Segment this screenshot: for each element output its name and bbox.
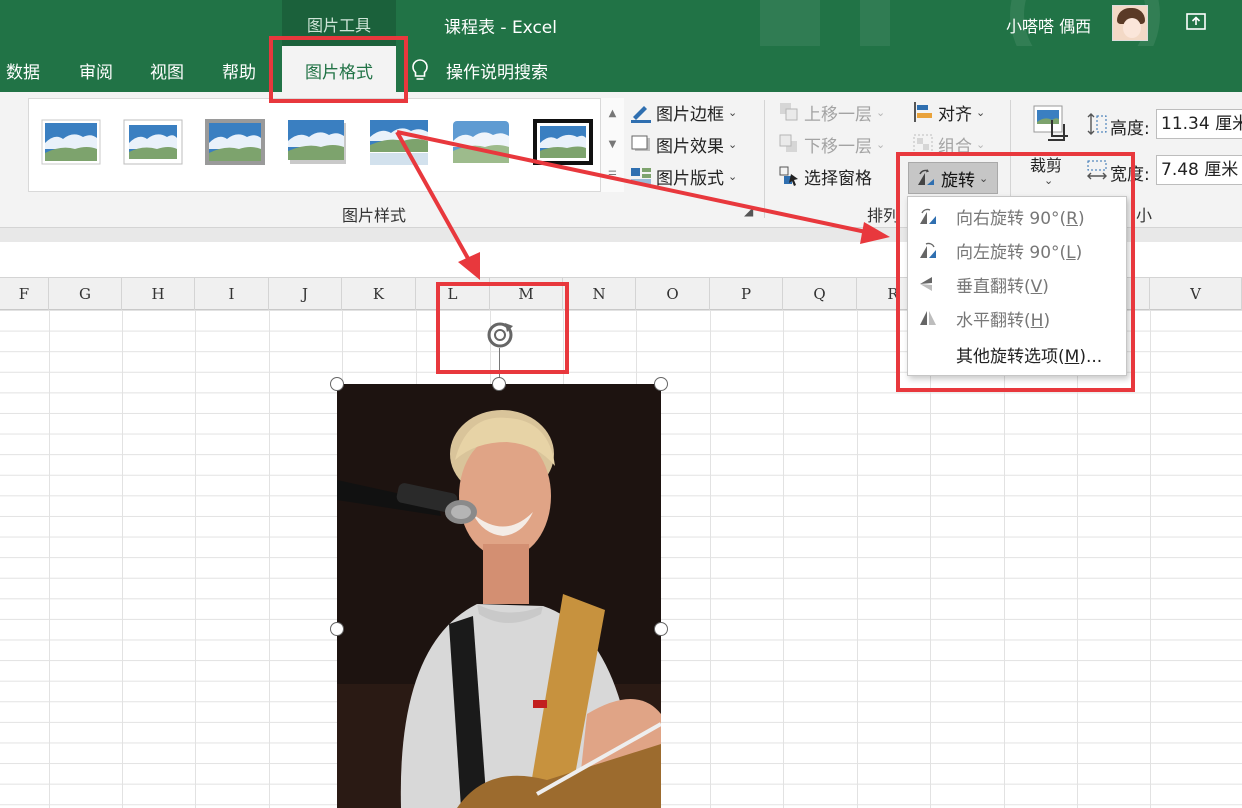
tell-me-search[interactable]: 操作说明搜索 bbox=[446, 58, 548, 83]
picture-effects-label: 图片效果 bbox=[656, 136, 724, 157]
grid-line bbox=[122, 310, 123, 808]
bring-forward-icon bbox=[780, 103, 798, 121]
picture-styles-group-label: 图片样式 bbox=[342, 206, 407, 225]
column-p-header[interactable]: P bbox=[710, 278, 783, 310]
chevron-down-icon: ⌄ bbox=[728, 137, 738, 151]
selection-pane-button[interactable]: 选择窗格 bbox=[778, 162, 872, 190]
arrange-group-label: 排列 bbox=[867, 206, 900, 225]
picture-style-reflection[interactable] bbox=[369, 119, 429, 165]
picture-border-button[interactable]: 图片边框 ⌄ bbox=[630, 98, 737, 126]
picture-border-label: 图片边框 bbox=[656, 104, 724, 125]
column-j-header[interactable]: J bbox=[269, 278, 342, 310]
resize-handle-top-right[interactable] bbox=[654, 377, 668, 391]
column-o-header[interactable]: O bbox=[636, 278, 710, 310]
picture-style-black-frame[interactable] bbox=[533, 119, 593, 165]
align-label: 对齐 bbox=[938, 104, 972, 125]
send-backward-icon bbox=[779, 134, 797, 152]
gallery-down-icon[interactable]: ▼ bbox=[601, 129, 624, 160]
grid-line bbox=[49, 310, 50, 808]
bring-forward-button[interactable]: 上移一层 ⌄ bbox=[778, 98, 885, 126]
resize-handle-top-left[interactable] bbox=[330, 377, 344, 391]
grid-line bbox=[195, 310, 196, 808]
column-g-header[interactable]: G bbox=[49, 278, 122, 310]
title-bar: 图片工具 课程表 - Excel 小嗒嗒 偶西 bbox=[0, 0, 1242, 46]
grid-line bbox=[857, 310, 858, 808]
tab-review[interactable]: 审阅 bbox=[79, 58, 113, 83]
tab-help[interactable]: 帮助 bbox=[222, 58, 256, 83]
width-input[interactable]: 7.48 厘米 bbox=[1156, 155, 1242, 185]
send-backward-label: 下移一层 bbox=[804, 136, 872, 157]
avatar-face bbox=[1123, 18, 1141, 38]
context-group-label: 图片工具 bbox=[306, 16, 371, 35]
resize-handle-right[interactable] bbox=[654, 622, 668, 636]
user-name[interactable]: 小嗒嗒 偶西 bbox=[1006, 13, 1091, 37]
selected-picture[interactable] bbox=[337, 384, 661, 808]
size-group-label: 小 bbox=[1136, 206, 1153, 225]
chevron-down-icon: ⌄ bbox=[728, 105, 738, 119]
crop-icon[interactable] bbox=[1030, 102, 1074, 146]
document-title: 课程表 - Excel bbox=[444, 18, 557, 38]
annotation-box-rotate-menu bbox=[896, 152, 1135, 392]
tab-view[interactable]: 视图 bbox=[150, 58, 184, 83]
effects-icon bbox=[631, 135, 650, 151]
resize-handle-left[interactable] bbox=[330, 622, 344, 636]
picture-effects-button[interactable]: 图片效果 ⌄ bbox=[630, 130, 737, 158]
grid-line bbox=[1150, 310, 1151, 808]
annotation-box-rotation-handle bbox=[436, 282, 569, 374]
picture-layout-icon bbox=[631, 168, 651, 184]
picture-style-simple-frame[interactable] bbox=[41, 119, 101, 165]
column-i-header[interactable]: I bbox=[195, 278, 269, 310]
picture-style-white-border[interactable] bbox=[123, 119, 183, 165]
bring-forward-label: 上移一层 bbox=[804, 104, 872, 125]
lightbulb-icon[interactable] bbox=[409, 57, 431, 83]
avatar[interactable] bbox=[1112, 5, 1148, 41]
grid-line bbox=[783, 310, 784, 808]
gallery-up-icon[interactable]: ▲ bbox=[601, 98, 624, 129]
chevron-down-icon: ⌄ bbox=[876, 105, 886, 119]
selection-pane-icon bbox=[779, 166, 798, 186]
shape-height-icon bbox=[1086, 112, 1108, 136]
column-v-header[interactable]: V bbox=[1150, 278, 1242, 310]
picture-layout-label: 图片版式 bbox=[656, 168, 724, 189]
dialog-launcher-icon[interactable]: ◢ bbox=[744, 204, 753, 218]
picture-style-shadow[interactable] bbox=[287, 119, 347, 165]
ribbon-display-options-icon[interactable] bbox=[1183, 10, 1209, 34]
picture-style-soft-edge[interactable] bbox=[451, 119, 511, 165]
picture-styles-gallery bbox=[28, 98, 624, 192]
gallery-more-icon[interactable]: ☰ bbox=[601, 160, 624, 191]
tab-data[interactable]: 数据 bbox=[6, 58, 40, 83]
gallery-scrollbar[interactable]: ▲ ▼ ☰ bbox=[600, 98, 624, 192]
height-label: 高度: bbox=[1110, 119, 1150, 139]
picture-style-gray-bevel[interactable] bbox=[205, 119, 265, 165]
pen-border-icon bbox=[631, 106, 651, 123]
column-f-header[interactable]: F bbox=[0, 278, 49, 310]
selection-pane-label: 选择窗格 bbox=[804, 168, 872, 189]
column-h-header[interactable]: H bbox=[122, 278, 195, 310]
align-button[interactable]: 对齐 ⌄ bbox=[912, 98, 985, 126]
column-k-header[interactable]: K bbox=[342, 278, 416, 310]
height-input[interactable]: 11.34 厘米 bbox=[1156, 109, 1242, 139]
group-separator bbox=[764, 100, 765, 218]
title-decoration bbox=[860, 0, 890, 46]
chevron-down-icon: ⌄ bbox=[976, 105, 986, 119]
grid-line bbox=[269, 310, 270, 808]
annotation-box-picture-format-tab bbox=[269, 36, 408, 103]
column-n-header[interactable]: N bbox=[563, 278, 636, 310]
picture-layout-button[interactable]: 图片版式 ⌄ bbox=[630, 162, 737, 190]
resize-handle-top[interactable] bbox=[492, 377, 506, 391]
chevron-down-icon: ⌄ bbox=[876, 137, 886, 151]
align-icon bbox=[914, 102, 932, 122]
ribbon-tabs: 数据 审阅 视图 帮助 图片格式 操作说明搜索 bbox=[0, 46, 1242, 92]
send-backward-button[interactable]: 下移一层 ⌄ bbox=[778, 130, 885, 158]
title-decoration bbox=[760, 0, 820, 46]
chevron-down-icon: ⌄ bbox=[728, 169, 738, 183]
grid-line bbox=[710, 310, 711, 808]
column-q-header[interactable]: Q bbox=[783, 278, 857, 310]
chevron-down-icon: ⌄ bbox=[976, 137, 986, 151]
